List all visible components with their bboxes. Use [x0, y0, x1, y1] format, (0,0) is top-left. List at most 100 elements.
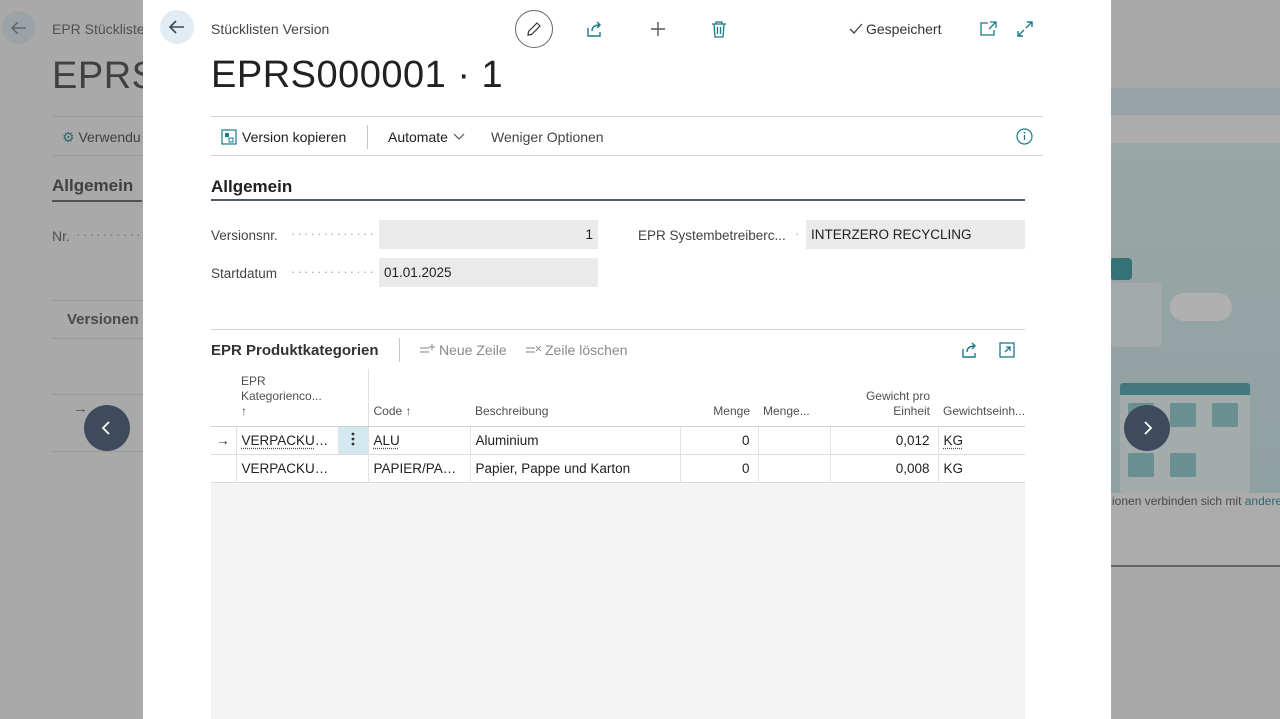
cell-category[interactable]: VERPACKUN...: [236, 426, 338, 454]
open-lines-fullscreen-button[interactable]: [999, 342, 1015, 363]
share-icon: [961, 341, 979, 359]
table-header-row: EPR Kategorienco... ↑ Code ↑ Beschreibun…: [211, 369, 1025, 426]
cell-quantity[interactable]: 0: [680, 426, 758, 454]
share-lines-button[interactable]: [961, 341, 979, 364]
version-number-field[interactable]: 1: [379, 220, 598, 249]
expand-icon: [1016, 20, 1034, 38]
cell-weight[interactable]: 0,012: [830, 426, 938, 454]
header-menu-column: [338, 369, 368, 426]
system-operator-label: EPR Systembetreiberc...: [638, 228, 786, 243]
column-header-text: Gewicht pro: [835, 389, 930, 404]
pencil-icon: [526, 21, 542, 37]
column-header-weight[interactable]: Gewicht pro Einheit: [830, 369, 938, 426]
cell-quantity[interactable]: 0: [680, 454, 758, 482]
cell-description[interactable]: Aluminium: [470, 426, 680, 454]
edit-button[interactable]: [515, 10, 553, 48]
system-operator-field[interactable]: INTERZERO RECYCLING: [806, 220, 1025, 249]
plus-icon: [650, 21, 666, 37]
open-in-new-window-button[interactable]: [976, 17, 1000, 41]
field-dots: ·: [795, 226, 805, 241]
arrow-left-icon: [168, 18, 186, 36]
delete-line-icon: [525, 343, 542, 357]
column-header-quantity2[interactable]: Menge...: [758, 369, 830, 426]
section-underline: [211, 199, 1025, 201]
column-header-text: Kategorienco...: [241, 389, 333, 404]
field-dots: ·············: [291, 264, 376, 279]
column-header-category[interactable]: EPR Kategorienco... ↑: [236, 369, 338, 426]
table-row[interactable]: → VERPACKUN... ALU Aluminium 0 0,012 KG: [211, 426, 1025, 454]
open-in-page-icon: [999, 342, 1015, 358]
column-header-weight-unit[interactable]: Gewichtseinh...: [938, 369, 1025, 426]
cell-weight-unit[interactable]: KG: [938, 454, 1025, 482]
row-actions-button[interactable]: [338, 426, 368, 454]
cell-code[interactable]: PAPIER/PAPP...: [368, 454, 470, 482]
row-actions-cell[interactable]: [338, 454, 368, 482]
product-categories-part-header: EPR Produktkategorien Neue Zeile Zeile l…: [211, 329, 1025, 369]
cell-category[interactable]: VERPACKUN...: [236, 454, 338, 482]
cell-quantity2[interactable]: [758, 454, 830, 482]
column-header-quantity[interactable]: Menge: [680, 369, 758, 426]
copy-version-label: Version kopieren: [242, 129, 346, 145]
open-new-window-icon: [979, 21, 997, 37]
saved-status: Gespeichert: [849, 21, 941, 37]
start-date-field[interactable]: 01.01.2025: [379, 258, 598, 287]
new-line-button[interactable]: Neue Zeile: [419, 342, 507, 358]
new-record-button[interactable]: [646, 17, 670, 41]
version-number-label: Versionsnr.: [211, 228, 278, 243]
column-header-text: EPR: [241, 374, 333, 389]
cell-weight-unit-value: KG: [944, 433, 964, 448]
column-header-description[interactable]: Beschreibung: [470, 369, 680, 426]
field-dots: ·············: [291, 226, 376, 241]
expand-button[interactable]: [1013, 17, 1037, 41]
more-options-vertical-icon: [351, 432, 355, 446]
info-icon: [1016, 128, 1033, 145]
row-indicator: [211, 454, 236, 482]
automate-label: Automate: [388, 129, 448, 145]
column-header-text: Einheit: [835, 404, 930, 419]
chevron-down-icon: [453, 133, 465, 141]
checkmark-icon: [849, 23, 863, 35]
row-indicator-arrow-icon: →: [211, 426, 236, 454]
info-button[interactable]: [1016, 128, 1033, 150]
back-button[interactable]: [160, 10, 194, 44]
saved-label: Gespeichert: [866, 21, 941, 37]
breadcrumb: Stücklisten Version: [211, 21, 329, 37]
new-line-label: Neue Zeile: [439, 342, 507, 358]
automate-menu[interactable]: Automate: [388, 129, 465, 145]
fewer-options-action[interactable]: Weniger Optionen: [491, 129, 604, 145]
copy-version-icon: [221, 129, 237, 145]
header-indicator: [211, 369, 236, 426]
copy-version-action[interactable]: Version kopieren: [221, 129, 346, 145]
fewer-options-label: Weniger Optionen: [491, 129, 604, 145]
cell-weight[interactable]: 0,008: [830, 454, 938, 482]
table-row[interactable]: VERPACKUN... PAPIER/PAPP... Papier, Papp…: [211, 454, 1025, 482]
version-card-dialog: Stücklisten Version Gespeichert EPRS0000…: [143, 0, 1111, 719]
cell-description[interactable]: Papier, Pappe und Karton: [470, 454, 680, 482]
delete-button[interactable]: [707, 17, 731, 41]
chevron-right-icon: [1139, 420, 1155, 436]
cell-category-value: VERPACKUN...: [242, 433, 336, 448]
product-categories-table: EPR Kategorienco... ↑ Code ↑ Beschreibun…: [211, 369, 1025, 483]
share-button[interactable]: [583, 17, 607, 41]
sort-ascending-icon: ↑: [241, 404, 333, 419]
section-heading-general[interactable]: Allgemein: [211, 177, 292, 197]
page-title: EPRS000001 · 1: [211, 54, 503, 97]
chevron-left-icon: [99, 420, 115, 436]
divider: [367, 125, 368, 149]
delete-line-button[interactable]: Zeile löschen: [525, 342, 628, 358]
action-bar: Version kopieren Automate Weniger Option…: [211, 116, 1043, 156]
cell-code-value: ALU: [374, 433, 400, 448]
new-line-icon: [419, 343, 436, 357]
cell-weight-unit[interactable]: KG: [938, 426, 1025, 454]
cell-code[interactable]: ALU: [368, 426, 470, 454]
column-header-code[interactable]: Code ↑: [368, 369, 470, 426]
divider: [399, 338, 400, 362]
delete-line-label: Zeile löschen: [545, 342, 628, 358]
next-record-button[interactable]: [1124, 405, 1170, 451]
previous-record-button[interactable]: [84, 405, 130, 451]
trash-icon: [711, 20, 727, 38]
cell-quantity2[interactable]: [758, 426, 830, 454]
share-icon: [586, 20, 604, 38]
product-categories-title[interactable]: EPR Produktkategorien: [211, 342, 379, 359]
start-date-label: Startdatum: [211, 266, 277, 281]
